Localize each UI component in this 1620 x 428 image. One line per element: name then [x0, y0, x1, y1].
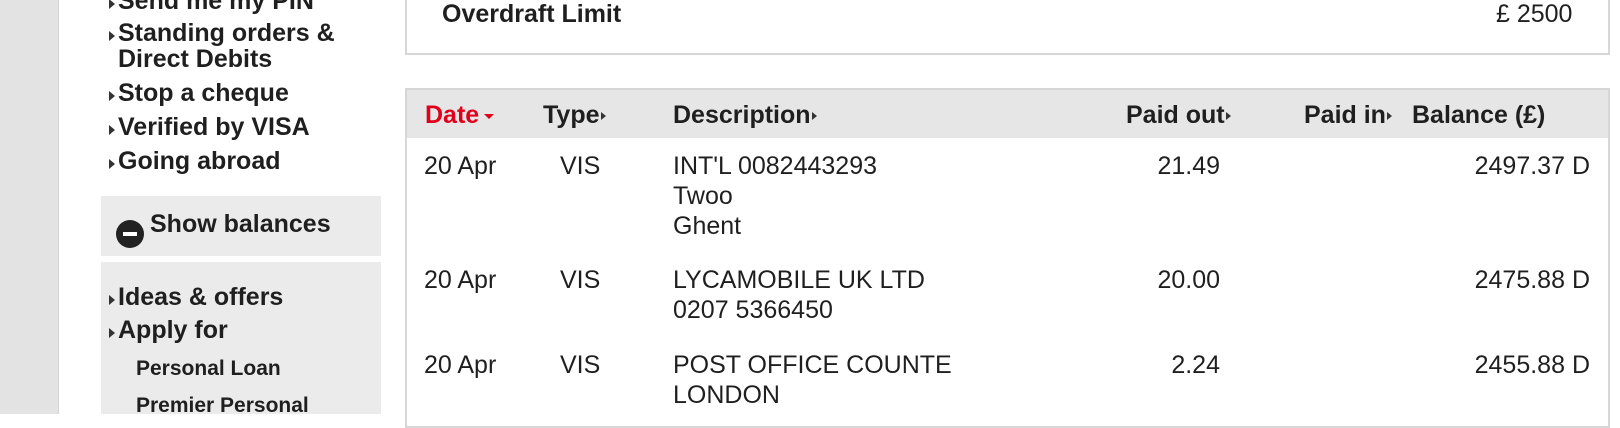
sidebar-link-going-abroad[interactable]: Going abroad [109, 147, 281, 175]
show-balances-button[interactable]: Show balances [150, 210, 331, 239]
left-gutter [0, 0, 59, 414]
sort-arrow-icon [1225, 112, 1231, 121]
collapse-minus-icon[interactable] [116, 220, 144, 248]
cell-balance: 2497.37 D [1474, 152, 1590, 180]
cell-balance: 2455.88 D [1474, 351, 1590, 379]
column-header-label: Paid out [1126, 101, 1225, 129]
cell-paid-out: 2.24 [1171, 351, 1220, 379]
column-header-balance[interactable]: Balance (£) [1412, 101, 1545, 130]
cell-date: 20 Apr [424, 152, 497, 180]
column-header-label: Date [425, 101, 480, 129]
sort-arrow-icon [600, 112, 606, 121]
cell-description-line: LYCAMOBILE UK LTD [673, 266, 925, 294]
arrow-right-icon [109, 91, 115, 101]
sidebar-link-send-pin[interactable]: Send me my PIN [109, 0, 314, 15]
column-header-type[interactable]: Type [543, 101, 606, 130]
sidebar-link-label: Apply for [118, 316, 228, 344]
arrow-right-icon [109, 31, 115, 41]
sub-link-premier-personal[interactable]: Premier Personal [136, 394, 309, 418]
sidebar-link-verified-visa[interactable]: Verified by VISA [109, 113, 310, 141]
sidebar-link-standing-orders[interactable]: Standing orders & Direct Debits [109, 19, 335, 73]
sidebar-link-stop-cheque[interactable]: Stop a cheque [109, 79, 289, 107]
cell-paid-out: 20.00 [1157, 266, 1220, 294]
sidebar-link-label: Ideas & offers [118, 283, 284, 311]
cell-description-line: Twoo [673, 182, 733, 210]
cell-description-line: INT'L 0082443293 [673, 152, 878, 180]
cell-type: VIS [560, 266, 601, 294]
cell-description-line: POST OFFICE COUNTE [673, 351, 952, 379]
column-header-label: Type [543, 101, 600, 129]
sidebar-link-apply-for[interactable]: Apply for [109, 316, 228, 344]
arrow-right-icon [109, 125, 115, 135]
column-header-description[interactable]: Description [673, 101, 817, 130]
overdraft-limit-label: Overdraft Limit [442, 0, 622, 28]
arrow-right-icon [109, 295, 115, 305]
cell-description-line: LONDON [673, 381, 780, 409]
column-header-paid-in[interactable]: Paid in [1304, 101, 1392, 130]
sidebar-link-label: Stop a cheque [118, 79, 289, 107]
cell-description-line: Ghent [673, 212, 742, 240]
sidebar-link-ideas-offers[interactable]: Ideas & offers [109, 283, 284, 311]
cell-paid-out: 21.49 [1157, 152, 1220, 180]
sidebar-link-label: Standing orders & Direct Debits [118, 19, 335, 73]
sub-link-personal-loan[interactable]: Personal Loan [136, 357, 281, 381]
sort-down-icon [484, 113, 495, 119]
arrow-right-icon [109, 0, 115, 9]
cell-date: 20 Apr [424, 351, 497, 379]
sort-arrow-icon [811, 112, 817, 121]
cell-date: 20 Apr [424, 266, 497, 294]
column-header-label: Description [673, 101, 811, 129]
arrow-right-icon [109, 328, 115, 338]
arrow-right-icon [109, 159, 115, 169]
cell-balance: 2475.88 D [1474, 266, 1590, 294]
cell-description-line: 0207 5366450 [673, 296, 833, 324]
cell-type: VIS [560, 152, 601, 180]
column-header-date[interactable]: Date [425, 101, 495, 130]
sort-arrow-icon [1386, 112, 1392, 121]
column-header-label: Paid in [1304, 101, 1386, 129]
sidebar-link-label: Send me my PIN [118, 0, 314, 15]
sidebar-link-label: Going abroad [118, 147, 281, 175]
column-header-paid-out[interactable]: Paid out [1126, 101, 1231, 130]
column-header-label: Balance (£) [1412, 101, 1546, 129]
overdraft-limit-value: £ 2500 [1496, 0, 1573, 28]
cell-type: VIS [560, 351, 601, 379]
sidebar-link-label: Verified by VISA [118, 113, 310, 141]
